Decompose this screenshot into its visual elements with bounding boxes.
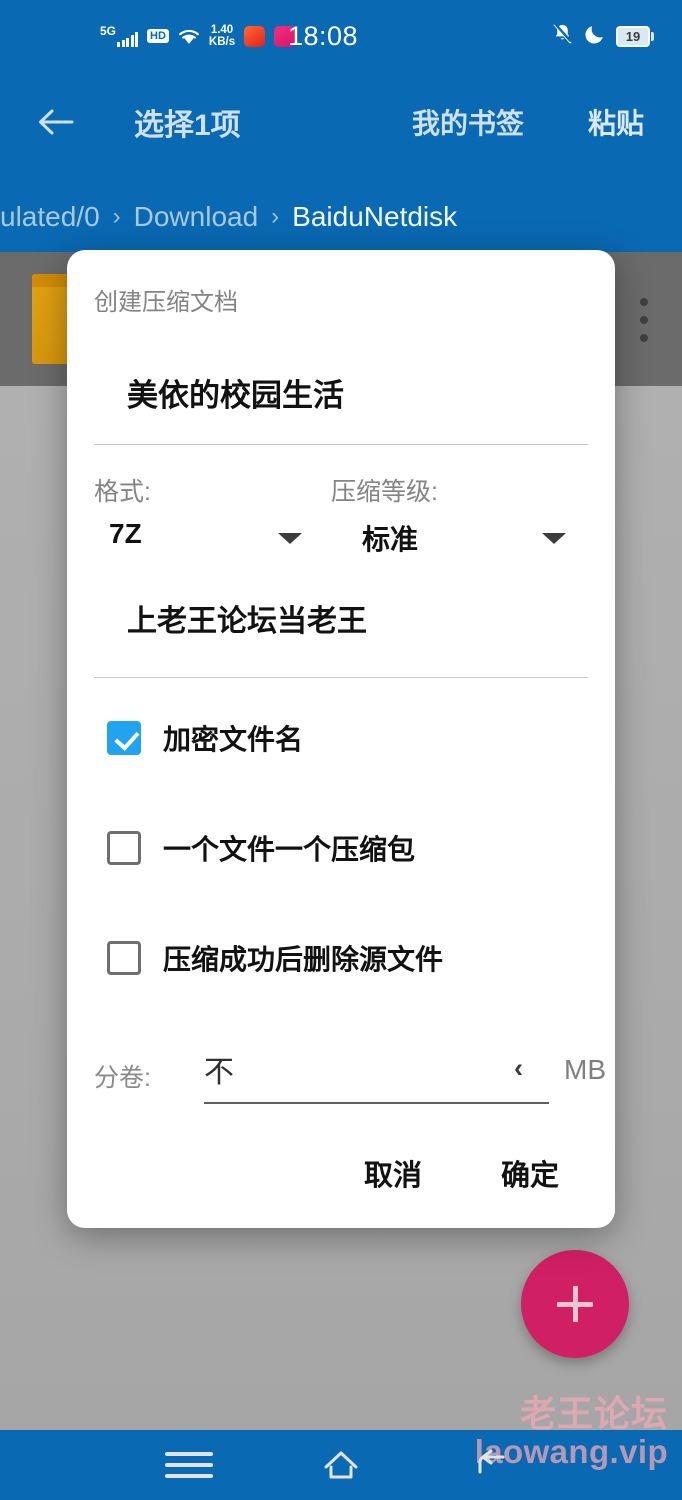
signal-5g-icon: 5G [100,24,139,47]
split-volume-label: 分卷: [94,1064,151,1092]
status-bar-left-icons: 5G HD 1.40 KB/s [100,0,296,72]
cancel-button[interactable]: 取消 [364,1152,422,1194]
moon-icon [584,23,606,50]
battery-indicator: 19 [616,25,654,47]
chevron-left-icon[interactable]: ‹ [514,1053,523,1084]
status-bar: 5G HD 1.40 KB/s 18:08 19 [0,0,682,72]
checkbox-row-one-archive-per-file[interactable]: 一个文件一个压缩包 [107,828,415,868]
app-bar: 选择1项 我的书签 粘贴 [0,78,682,166]
confirm-button[interactable]: 确定 [501,1152,559,1194]
network-speed-value: 1.40 [210,23,234,36]
plus-icon-vertical [572,1286,578,1322]
archive-name-input[interactable]: 美依的校园生活 [127,370,587,415]
paste-button[interactable]: 粘贴 [588,102,644,142]
dialog-title: 创建压缩文档 [94,289,238,316]
breadcrumb-item-0[interactable]: ulated/0 [0,201,100,233]
split-volume-input[interactable]: 不 [204,1047,234,1091]
network-type-label: 5G [100,24,117,38]
checkbox-delete-source[interactable] [107,941,141,975]
split-volume-row: 分卷: 不 ‹ MB [94,1045,606,1104]
add-fab-button[interactable] [521,1250,629,1358]
divider-password [94,677,588,678]
breadcrumb-item-2[interactable]: BaiduNetdisk [292,201,457,233]
battery-cap [651,31,654,41]
checkbox-one-archive-per-file[interactable] [107,831,141,865]
hd-badge-icon: HD [147,28,169,44]
split-volume-underline [204,1102,549,1104]
divider-name [94,444,588,445]
chevron-down-icon[interactable] [278,533,302,544]
watermark-line-1: 老王论坛 [519,1393,668,1434]
format-select-value[interactable]: 7Z [109,518,142,550]
network-speed-indicator: 1.40 KB/s [209,24,235,48]
chevron-down-icon[interactable] [542,533,566,544]
breadcrumb-separator: › [271,203,280,230]
compression-level-select-value[interactable]: 标准 [362,518,418,558]
compression-level-label: 压缩等级: [331,478,438,506]
split-volume-unit-label: MB [564,1054,606,1085]
checkbox-label-one-archive-per-file: 一个文件一个压缩包 [163,834,416,865]
create-archive-dialog: 创建压缩文档 美依的校园生活 格式: 7Z 压缩等级: 标准 上老王论坛当老王 … [67,250,615,1228]
format-label: 格式: [94,478,151,506]
back-arrow-icon[interactable] [33,99,79,145]
breadcrumb-item-1[interactable]: Download [134,201,259,233]
home-icon[interactable] [317,1441,365,1489]
checkbox-row-encrypt-filenames[interactable]: 加密文件名 [107,718,303,758]
password-input[interactable]: 上老王论坛当老王 [127,596,577,640]
breadcrumb-separator: › [112,203,121,230]
page-title: 选择1项 [134,109,241,142]
status-bar-right-icons: 19 [551,0,654,72]
back-icon[interactable] [467,1441,515,1489]
network-speed-unit: KB/s [208,36,236,48]
bookmarks-button[interactable]: 我的书签 [412,102,524,142]
checkbox-label-delete-source: 压缩成功后删除源文件 [163,944,444,975]
app-icon-recorder [244,25,266,47]
bell-muted-icon [551,22,574,50]
checkbox-label-encrypt-filenames: 加密文件名 [163,724,304,755]
breadcrumb: ulated/0 › Download › BaiduNetdisk [0,186,682,248]
checkbox-encrypt-filenames[interactable] [107,721,141,755]
status-bar-clock: 18:08 [288,20,359,51]
wifi-icon [178,28,200,45]
system-navigation-bar [0,1430,682,1500]
battery-level-label: 19 [616,25,650,47]
menu-icon[interactable] [165,1441,213,1489]
more-vertical-icon[interactable] [640,298,650,344]
checkbox-row-delete-source[interactable]: 压缩成功后删除源文件 [107,938,443,978]
